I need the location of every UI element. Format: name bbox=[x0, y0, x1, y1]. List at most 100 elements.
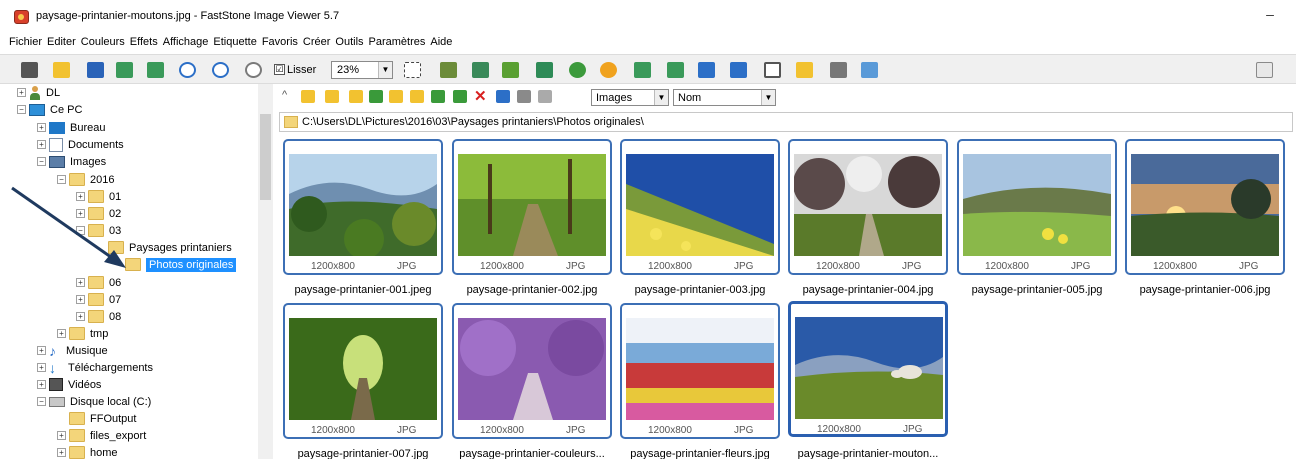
thumbnail-selected[interactable]: 1200x800 JPG bbox=[788, 301, 948, 437]
scrollbar-thumb[interactable] bbox=[260, 114, 271, 200]
thumbnail[interactable]: 1200x800 JPG bbox=[957, 139, 1117, 275]
menu-effets[interactable]: Effets bbox=[130, 36, 158, 48]
actual-size-icon[interactable] bbox=[245, 62, 262, 78]
tree-item-photos-originales[interactable]: Photos originales bbox=[125, 256, 237, 273]
expand-icon[interactable]: + bbox=[57, 431, 66, 440]
refresh-folder-icon[interactable] bbox=[369, 90, 383, 103]
image-edit-icon[interactable] bbox=[502, 62, 519, 78]
zoom-select[interactable]: 23% ▼ bbox=[331, 61, 393, 79]
tree-item-07[interactable]: + 07 bbox=[76, 291, 121, 308]
tree-item-08[interactable]: + 08 bbox=[76, 308, 121, 325]
thumbnail-caption[interactable]: paysage-printanier-002.jpg bbox=[447, 284, 617, 296]
tree-item-bureau[interactable]: + Bureau bbox=[37, 119, 105, 136]
minimize-button[interactable]: – bbox=[1260, 4, 1280, 24]
tree-item-03[interactable]: − 03 bbox=[76, 222, 121, 239]
tree-item-musique[interactable]: + ♪ Musique bbox=[37, 342, 108, 359]
text-effect-icon[interactable] bbox=[536, 62, 553, 78]
thumbnail-caption[interactable]: paysage-printanier-003.jpg bbox=[615, 284, 785, 296]
previous-image-icon[interactable] bbox=[116, 62, 133, 78]
thumbnail[interactable]: 1200x800 JPG bbox=[283, 303, 443, 439]
slideshow-icon[interactable] bbox=[730, 62, 747, 78]
chevron-up-icon[interactable]: ^ bbox=[282, 89, 292, 102]
tree-item-2016[interactable]: − 2016 bbox=[57, 171, 114, 188]
grid-view-icon[interactable] bbox=[517, 90, 531, 103]
thumbnail-caption[interactable]: paysage-printanier-005.jpg bbox=[952, 284, 1122, 296]
thumbnail[interactable]: 1200x800 JPG bbox=[620, 139, 780, 275]
tree-item-06[interactable]: + 06 bbox=[76, 274, 121, 291]
monitor-icon[interactable] bbox=[861, 62, 878, 78]
tree-item-01[interactable]: + 01 bbox=[76, 188, 121, 205]
tree-item-images[interactable]: − Images bbox=[37, 153, 106, 170]
delete-icon[interactable]: ✕ bbox=[474, 87, 488, 105]
collapse-icon[interactable]: − bbox=[17, 105, 26, 114]
print-icon[interactable] bbox=[830, 62, 847, 78]
lisser-checkbox[interactable]: ☑ bbox=[274, 64, 285, 75]
copy-to-icon[interactable] bbox=[431, 90, 445, 103]
settings-gear-icon[interactable] bbox=[600, 62, 617, 78]
collapse-icon[interactable]: − bbox=[76, 226, 85, 235]
collapse-icon[interactable]: − bbox=[37, 157, 46, 166]
draw-icon[interactable] bbox=[764, 62, 781, 78]
menu-favoris[interactable]: Favoris bbox=[262, 36, 298, 48]
expand-icon[interactable]: + bbox=[57, 448, 66, 457]
chevron-down-icon[interactable]: ▼ bbox=[761, 90, 775, 105]
thumbnail[interactable]: 1200x800 JPG bbox=[452, 139, 612, 275]
back-arrow-icon[interactable] bbox=[301, 90, 315, 103]
sort-select[interactable]: Nom ▼ bbox=[673, 89, 776, 106]
expand-icon[interactable]: + bbox=[76, 192, 85, 201]
thumbnail[interactable]: 1200x800 JPG bbox=[1125, 139, 1285, 275]
expand-icon[interactable]: + bbox=[76, 312, 85, 321]
thumbnail-caption[interactable]: paysage-printanier-007.jpg bbox=[278, 448, 448, 459]
thumbnail[interactable]: 1200x800 JPG bbox=[283, 139, 443, 275]
next-image-icon[interactable] bbox=[147, 62, 164, 78]
tree-item-videos[interactable]: + Vidéos bbox=[37, 376, 101, 393]
thumbnail-caption[interactable]: paysage-printanier-004.jpg bbox=[783, 284, 953, 296]
selection-tool-icon[interactable] bbox=[404, 62, 421, 78]
filter-select[interactable]: Images ▼ bbox=[591, 89, 669, 106]
camera-icon[interactable] bbox=[21, 62, 38, 78]
tree-item-telechargements[interactable]: + ↓ Téléchargements bbox=[37, 359, 153, 376]
rotate-left-icon[interactable] bbox=[634, 62, 651, 78]
thumbnail-caption[interactable]: paysage-printanier-couleurs... bbox=[447, 448, 617, 459]
expand-icon[interactable]: + bbox=[37, 380, 46, 389]
tree-scrollbar[interactable] bbox=[258, 84, 273, 459]
menu-editer[interactable]: Editer bbox=[47, 36, 76, 48]
tree-item-documents[interactable]: + Documents bbox=[37, 136, 124, 153]
new-folder-icon[interactable] bbox=[389, 90, 403, 103]
zoom-in-icon[interactable] bbox=[179, 62, 196, 78]
forward-arrow-icon[interactable] bbox=[325, 90, 339, 103]
menu-fichier[interactable]: Fichier bbox=[9, 36, 42, 48]
expand-icon[interactable]: + bbox=[76, 295, 85, 304]
tree-item-ffoutput[interactable]: FFOutput bbox=[69, 410, 136, 427]
thumbnail[interactable]: 1200x800 JPG bbox=[788, 139, 948, 275]
move-to-icon[interactable] bbox=[453, 90, 467, 103]
expand-icon[interactable]: + bbox=[76, 209, 85, 218]
thumbnail-caption[interactable]: paysage-printanier-001.jpeg bbox=[278, 284, 448, 296]
thumbnail-caption[interactable]: paysage-printanier-mouton... bbox=[783, 448, 953, 459]
compare-icon[interactable] bbox=[698, 62, 715, 78]
collapse-icon[interactable]: − bbox=[37, 397, 46, 406]
details-view-icon[interactable] bbox=[538, 90, 552, 103]
chevron-down-icon[interactable]: ▼ bbox=[378, 62, 392, 78]
thumbnail[interactable]: 1200x800 JPG bbox=[620, 303, 780, 439]
tree-item-disque-local[interactable]: − Disque local (C:) bbox=[37, 393, 151, 410]
expand-icon[interactable]: + bbox=[76, 278, 85, 287]
menu-aide[interactable]: Aide bbox=[430, 36, 452, 48]
menu-creer[interactable]: Créer bbox=[303, 36, 331, 48]
rotate-right-icon[interactable] bbox=[667, 62, 684, 78]
expand-icon[interactable]: + bbox=[17, 88, 26, 97]
expand-icon[interactable]: + bbox=[57, 329, 66, 338]
thumbnail-caption[interactable]: paysage-printanier-006.jpg bbox=[1120, 284, 1290, 296]
menu-couleurs[interactable]: Couleurs bbox=[81, 36, 125, 48]
zoom-out-icon[interactable] bbox=[212, 62, 229, 78]
layout-icon[interactable] bbox=[1256, 62, 1273, 78]
tree-item-home[interactable]: + home bbox=[57, 444, 118, 459]
thumbnail[interactable]: 1200x800 JPG bbox=[452, 303, 612, 439]
tree-item-files-export[interactable]: + files_export bbox=[57, 427, 146, 444]
favorites-folder-icon[interactable] bbox=[410, 90, 424, 103]
crop-icon[interactable] bbox=[440, 62, 457, 78]
collapse-icon[interactable]: − bbox=[57, 175, 66, 184]
expand-icon[interactable]: + bbox=[37, 123, 46, 132]
menu-affichage[interactable]: Affichage bbox=[163, 36, 209, 48]
expand-icon[interactable]: + bbox=[37, 346, 46, 355]
